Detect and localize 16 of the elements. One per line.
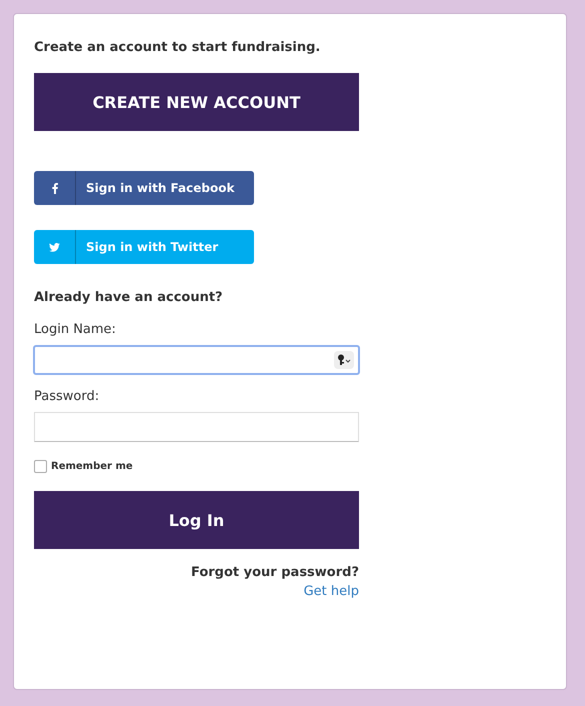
create-account-button[interactable]: CREATE NEW ACCOUNT — [34, 73, 359, 131]
field-label: Login Name: — [34, 322, 117, 337]
field-label: Password: — [34, 389, 100, 404]
get-help-link[interactable]: Get help — [304, 584, 359, 599]
remember-label: Remember me — [51, 461, 133, 472]
password-field[interactable] — [34, 412, 359, 442]
intro-text: Create an account to start fundraising. — [34, 40, 322, 55]
facebook-sign-in-button[interactable]: Sign in with Facebook — [34, 171, 254, 205]
log-in-button[interactable]: Log In — [34, 491, 359, 549]
login-name-field[interactable] — [33, 345, 360, 375]
facebook-f-icon — [52, 182, 58, 194]
forgot-password-text: Forgot your password? — [190, 565, 359, 580]
remember-checkbox[interactable] — [34, 460, 47, 473]
bird-icon — [49, 242, 60, 252]
key-icon[interactable] — [334, 351, 354, 369]
login-heading: Already have an account? — [34, 290, 224, 305]
